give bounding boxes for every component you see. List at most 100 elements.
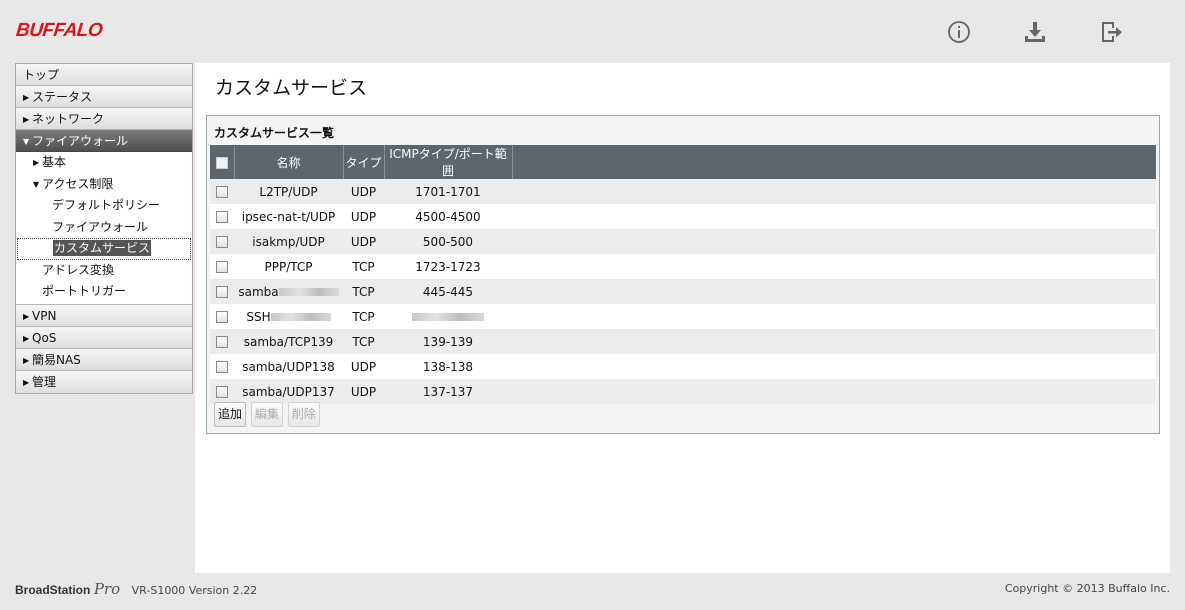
service-name: ipsec-nat-t/UDP <box>241 209 336 224</box>
sidebar-item-admin[interactable]: ▶ 管理 <box>16 370 192 393</box>
panel-title: カスタムサービス一覧 <box>214 126 335 140</box>
service-name: SSH <box>246 309 271 324</box>
table-row[interactable]: PPP/TCP TCP 1723-1723 <box>210 254 1156 279</box>
service-type: UDP <box>343 379 384 404</box>
table-row[interactable]: SSH TCP <box>210 304 1156 329</box>
service-port-range: 445-445 <box>384 279 512 304</box>
sidebar-item-firewall[interactable]: ▼ ファイアウォール <box>16 130 192 152</box>
service-port-range <box>384 304 512 329</box>
table-row[interactable]: samba/UDP137 UDP 137-137 <box>210 379 1156 404</box>
sidebar-item-label: ステータス <box>32 90 93 104</box>
sidebar-item-default-policy[interactable]: デフォルトポリシー <box>16 195 192 217</box>
row-select-cell <box>210 204 234 229</box>
sidebar-item-label: デフォルトポリシー <box>52 198 161 212</box>
table-row[interactable]: samba TCP 445-445 <box>210 279 1156 304</box>
service-name-cell: ipsec-nat-t/UDP <box>234 204 343 229</box>
main-content: カスタムサービス カスタムサービス一覧 名称 タイプ ICMPタイプ/ポート範囲… <box>195 63 1170 573</box>
row-checkbox[interactable] <box>216 236 228 248</box>
firewall-submenu: ▶ 基本 ▼ アクセス制限 デフォルトポリシー ファイアウォール カスタムサービス … <box>16 152 192 305</box>
sidebar-item-label: VPN <box>32 308 57 323</box>
sidebar-item-qos[interactable]: ▶ QoS <box>16 326 192 349</box>
service-name: isakmp/UDP <box>252 234 325 249</box>
column-header-name[interactable]: 名称 <box>234 145 344 179</box>
service-type: UDP <box>343 354 384 379</box>
service-port-range: 1701-1701 <box>384 179 512 204</box>
select-all-checkbox[interactable] <box>215 156 228 169</box>
row-checkbox[interactable] <box>216 211 228 223</box>
service-type: UDP <box>343 229 384 254</box>
download-icon[interactable] <box>1023 20 1047 44</box>
sidebar-item-address-translation[interactable]: アドレス変換 <box>16 259 192 281</box>
column-header-filler <box>512 145 1156 179</box>
row-checkbox[interactable] <box>216 336 228 348</box>
row-select-cell <box>210 279 234 304</box>
add-button[interactable]: 追加 <box>214 402 247 427</box>
custom-service-table: 名称 タイプ ICMPタイプ/ポート範囲 L2TP/UDP UDP 1701-170… <box>210 145 1156 404</box>
sidebar-item-access-control[interactable]: ▼ アクセス制限 <box>16 173 192 195</box>
sidebar-item-label: ファイアウォール <box>32 134 129 148</box>
table-row[interactable]: samba/UDP138 UDP 138-138 <box>210 354 1156 379</box>
caret-right-icon: ▶ <box>23 115 30 124</box>
row-select-cell <box>210 229 234 254</box>
redacted-text <box>278 288 339 296</box>
filler-cell <box>512 304 1156 329</box>
sidebar-item-label: ネットワーク <box>32 112 105 126</box>
sidebar-item-port-trigger[interactable]: ポートトリガー <box>16 281 192 303</box>
caret-right-icon: ▶ <box>23 333 30 343</box>
row-checkbox[interactable] <box>216 261 228 273</box>
sidebar-item-firewall-rules[interactable]: ファイアウォール <box>16 216 192 238</box>
column-header-range[interactable]: ICMPタイプ/ポート範囲 <box>384 145 513 179</box>
table-row[interactable]: isakmp/UDP UDP 500-500 <box>210 229 1156 254</box>
brand-suffix: Pro <box>93 580 121 598</box>
sidebar-item-label: カスタムサービス <box>53 240 152 256</box>
service-name: samba/UDP137 <box>242 384 335 399</box>
sidebar-item-network[interactable]: ▶ ネットワーク <box>16 108 192 130</box>
sidebar-item-label: アドレス変換 <box>42 262 115 277</box>
info-icon[interactable] <box>947 20 971 44</box>
delete-button[interactable]: 削除 <box>287 402 320 427</box>
sidebar-item-custom-service[interactable]: カスタムサービス <box>17 238 191 260</box>
row-select-cell <box>210 254 234 279</box>
sidebar-item-label: QoS <box>32 330 57 345</box>
row-checkbox[interactable] <box>216 286 228 298</box>
caret-right-icon: ▶ <box>23 93 30 102</box>
table-row[interactable]: samba/TCP139 TCP 139-139 <box>210 329 1156 354</box>
sidebar-item-label: ポートトリガー <box>42 284 127 298</box>
service-name: samba/TCP139 <box>243 334 334 349</box>
service-port-range: 500-500 <box>384 229 512 254</box>
sidebar-item-label: アクセス制限 <box>42 176 114 191</box>
service-type: TCP <box>343 279 384 304</box>
service-port-range: 1723-1723 <box>384 254 512 279</box>
row-checkbox[interactable] <box>216 311 228 323</box>
logout-icon[interactable] <box>1099 20 1123 44</box>
service-name-cell: isakmp/UDP <box>234 229 343 254</box>
service-name: samba <box>238 284 279 299</box>
filler-cell <box>512 354 1156 379</box>
table-row[interactable]: L2TP/UDP UDP 1701-1701 <box>210 179 1156 204</box>
column-header-type[interactable]: タイプ <box>343 145 385 179</box>
service-name-cell: samba/UDP137 <box>234 379 343 404</box>
service-port-range: 4500-4500 <box>384 204 512 229</box>
sidebar-item-top[interactable]: トップ <box>16 64 192 86</box>
redacted-text <box>270 313 331 321</box>
caret-right-icon: ▶ <box>23 311 30 321</box>
firmware-version: VR-S1000 Version 2.22 <box>131 584 258 597</box>
row-checkbox[interactable] <box>216 361 228 373</box>
service-type: UDP <box>343 204 384 229</box>
sidebar-item-vpn[interactable]: ▶ VPN <box>16 304 192 327</box>
sidebar-item-nas[interactable]: ▶ 簡易NAS <box>16 348 192 371</box>
table-header-row: 名称 タイプ ICMPタイプ/ポート範囲 <box>210 145 1156 179</box>
sidebar-item-basic[interactable]: ▶ 基本 <box>16 152 192 174</box>
table-row[interactable]: ipsec-nat-t/UDP UDP 4500-4500 <box>210 204 1156 229</box>
service-name-cell: PPP/TCP <box>234 254 343 279</box>
service-port-range: 137-137 <box>384 379 512 404</box>
row-select-cell <box>210 379 234 404</box>
row-checkbox[interactable] <box>216 386 228 398</box>
sidebar-nav: トップ ▶ ステータス ▶ ネットワーク ▼ ファイアウォール ▶ 基本 ▼ アクセス制限… <box>15 63 193 394</box>
row-checkbox[interactable] <box>216 186 228 198</box>
row-select-cell <box>210 354 234 379</box>
caret-down-icon: ▼ <box>23 137 30 146</box>
custom-service-panel: カスタムサービス一覧 名称 タイプ ICMPタイプ/ポート範囲 L2TP/UDP… <box>206 115 1160 434</box>
sidebar-item-status[interactable]: ▶ ステータス <box>16 86 192 108</box>
edit-button[interactable]: 編集 <box>250 402 283 427</box>
